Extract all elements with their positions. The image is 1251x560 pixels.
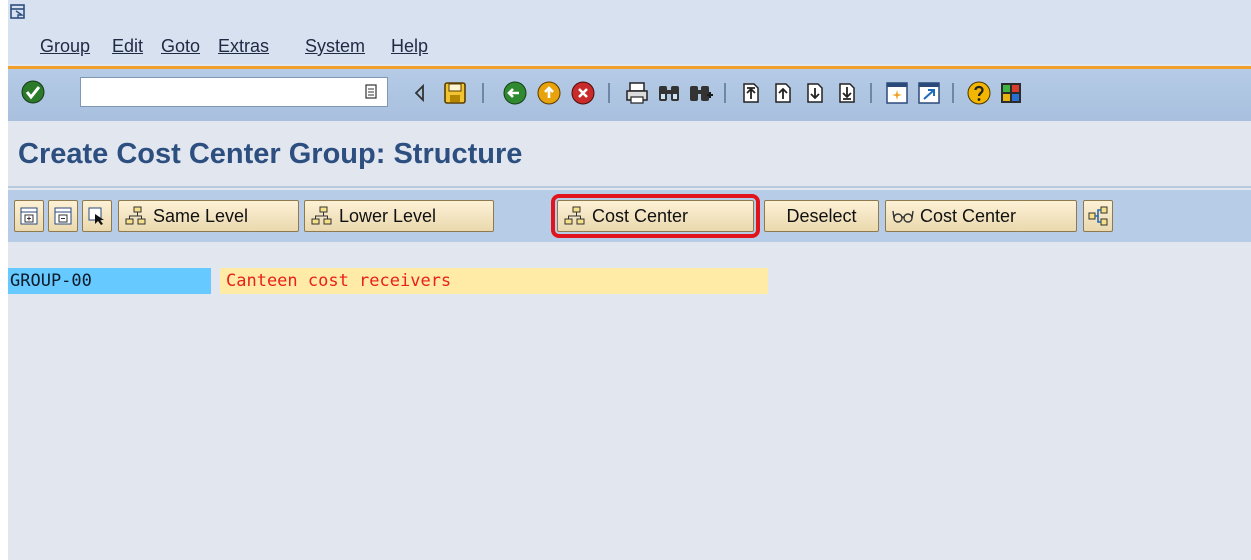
toolbar-separator <box>482 83 484 103</box>
menu-goto[interactable]: Goto <box>161 36 200 57</box>
create-session-icon[interactable] <box>884 80 910 106</box>
select-button[interactable] <box>82 200 112 232</box>
command-field[interactable] <box>80 77 388 107</box>
group-node-id[interactable]: GROUP-00 <box>8 268 211 294</box>
menu-help[interactable]: Help <box>391 36 428 57</box>
move-button[interactable] <box>1083 200 1113 232</box>
application-toolbar: Same Level Lower Level Cost Center Desel… <box>8 190 1251 242</box>
standard-toolbar <box>8 69 1251 121</box>
title-divider <box>8 186 1251 188</box>
find-next-icon[interactable] <box>688 80 714 106</box>
lower-level-label: Lower Level <box>339 205 437 226</box>
glasses-icon <box>892 210 914 223</box>
cost-center-display-button[interactable]: Cost Center <box>885 200 1077 232</box>
deselect-label: Deselect <box>786 205 857 226</box>
toolbar-separator <box>952 83 954 103</box>
page-title: Create Cost Center Group: Structure <box>18 138 523 170</box>
toolbar-separator <box>724 83 726 103</box>
find-icon[interactable] <box>656 80 682 106</box>
last-page-icon[interactable] <box>834 80 860 106</box>
move-icon <box>1088 206 1108 226</box>
deselect-button[interactable]: Deselect <box>764 200 879 232</box>
expand-subtree-button[interactable] <box>14 200 44 232</box>
command-field-history-icon[interactable] <box>365 84 379 100</box>
menu-extras[interactable]: Extras <box>218 36 269 57</box>
back-icon[interactable] <box>502 80 528 106</box>
hierarchy-icon <box>564 206 585 225</box>
cost-center-display-label: Cost Center <box>920 205 1017 226</box>
system-menu-icon[interactable] <box>10 4 26 20</box>
save-icon[interactable] <box>442 80 468 106</box>
toolbar-separator <box>608 83 610 103</box>
shortcut-icon[interactable] <box>916 80 942 106</box>
print-icon[interactable] <box>624 80 650 106</box>
first-page-icon[interactable] <box>738 80 764 106</box>
lower-level-button[interactable]: Lower Level <box>304 200 494 232</box>
select-icon <box>88 207 104 225</box>
help-icon[interactable] <box>966 80 992 106</box>
cost-center-insert-button[interactable]: Cost Center <box>551 194 760 238</box>
menu-edit[interactable]: Edit <box>112 36 143 57</box>
hierarchy-icon <box>125 206 146 225</box>
collapse-subtree-icon <box>54 207 72 225</box>
customize-layout-icon[interactable] <box>998 80 1024 106</box>
menu-system[interactable]: System <box>305 36 365 57</box>
cancel-icon[interactable] <box>570 80 596 106</box>
collapse-subtree-button[interactable] <box>48 200 78 232</box>
menu-group[interactable]: Group <box>40 36 90 57</box>
same-level-label: Same Level <box>153 205 249 226</box>
enter-icon[interactable] <box>20 79 46 105</box>
toolbar-separator <box>870 83 872 103</box>
group-node-description[interactable]: Canteen cost receivers <box>220 268 768 294</box>
same-level-button[interactable]: Same Level <box>118 200 299 232</box>
back-triangle-icon[interactable] <box>408 80 434 106</box>
cost-center-insert-label: Cost Center <box>592 205 689 226</box>
hierarchy-icon <box>311 206 332 225</box>
sap-window: Group Edit Goto Extras System Help Creat… <box>8 0 1251 560</box>
previous-page-icon[interactable] <box>770 80 796 106</box>
expand-subtree-icon <box>20 207 38 225</box>
next-page-icon[interactable] <box>802 80 828 106</box>
exit-icon[interactable] <box>536 80 562 106</box>
menu-bar: Group Edit Goto Extras System Help <box>8 0 1251 64</box>
